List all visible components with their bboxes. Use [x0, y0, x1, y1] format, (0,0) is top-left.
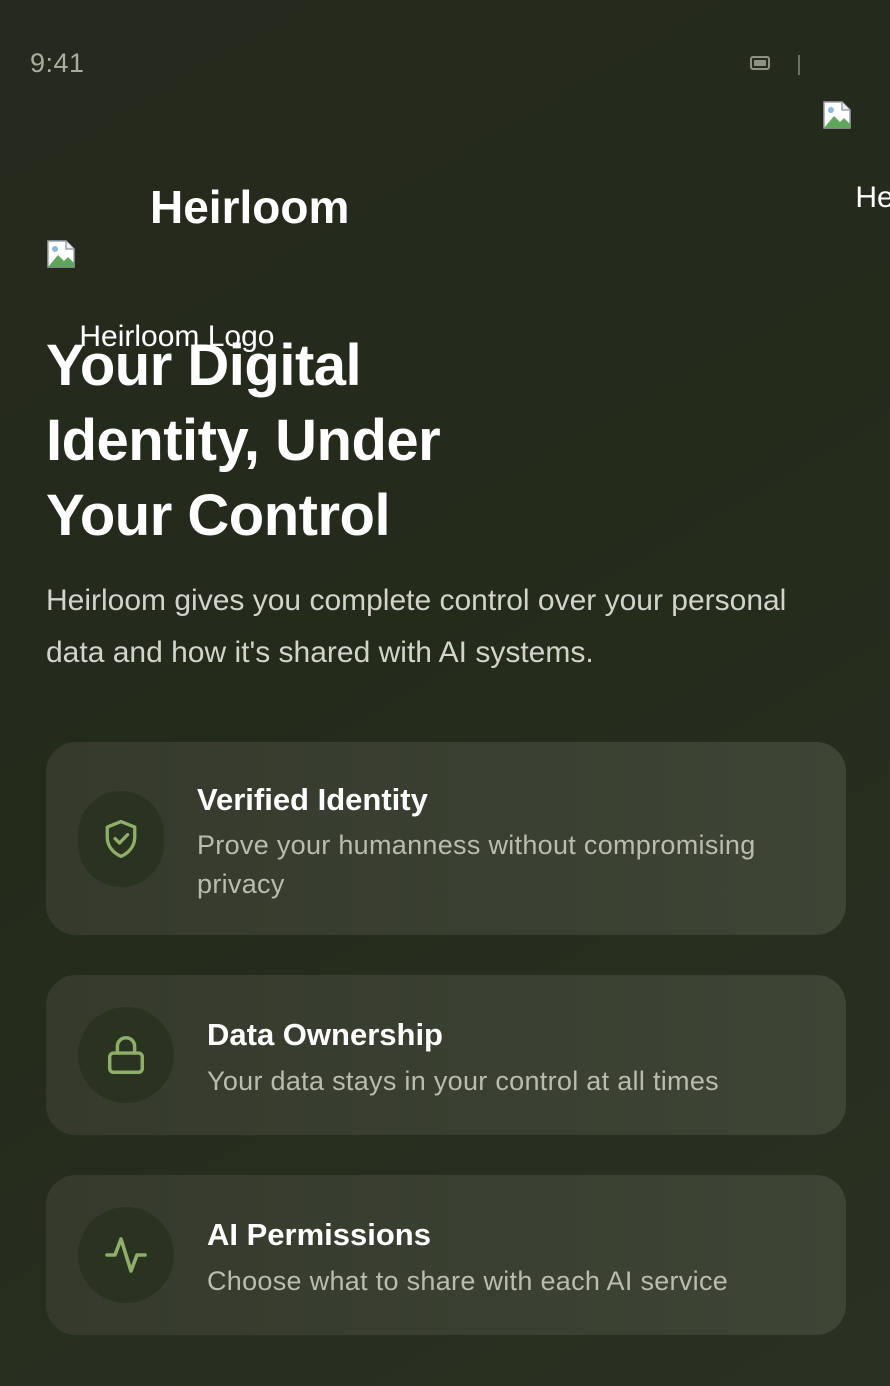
- broken-image-icon: [823, 101, 851, 129]
- app-screen: 9:41 Heirloom Logo Heirloom Logo Heirloo…: [0, 0, 890, 1386]
- feature-title: AI Permissions: [207, 1217, 431, 1252]
- feature-description: Prove your humanness without compromisin…: [197, 830, 756, 899]
- status-time: 9:41: [30, 48, 85, 78]
- feature-card-ai-permissions[interactable]: AI Permissions Choose what to share with…: [46, 1175, 846, 1335]
- feature-card-verified-identity[interactable]: Verified Identity Prove your humanness w…: [46, 742, 846, 935]
- feature-title: Data Ownership: [207, 1017, 443, 1052]
- feature-card-data-ownership[interactable]: Data Ownership Your data stays in your c…: [46, 975, 846, 1135]
- hero-subtitle: Heirloom gives you complete control over…: [46, 584, 787, 669]
- battery-icon: [750, 56, 770, 70]
- feature-icon-circle: [78, 1007, 174, 1103]
- broken-image-icon: [47, 240, 75, 268]
- brand-name: Heirloom: [150, 181, 350, 233]
- top-logo-alt-text: Heirloom Logo: [855, 181, 890, 214]
- feature-icon-circle: [78, 1207, 174, 1303]
- activity-icon: [105, 1237, 147, 1273]
- lock-icon: [107, 1036, 145, 1074]
- status-divider: [798, 55, 800, 75]
- top-logo-image: Heirloom Logo: [822, 2, 890, 271]
- feature-description: Your data stays in your control at all t…: [207, 1066, 719, 1096]
- hero-title: Your Digital Identity, Under Your Contro…: [46, 333, 441, 548]
- feature-description: Choose what to share with each AI servic…: [207, 1266, 729, 1296]
- feature-icon-circle: [78, 791, 164, 887]
- feature-title: Verified Identity: [197, 782, 428, 817]
- shield-check-icon: [105, 819, 137, 859]
